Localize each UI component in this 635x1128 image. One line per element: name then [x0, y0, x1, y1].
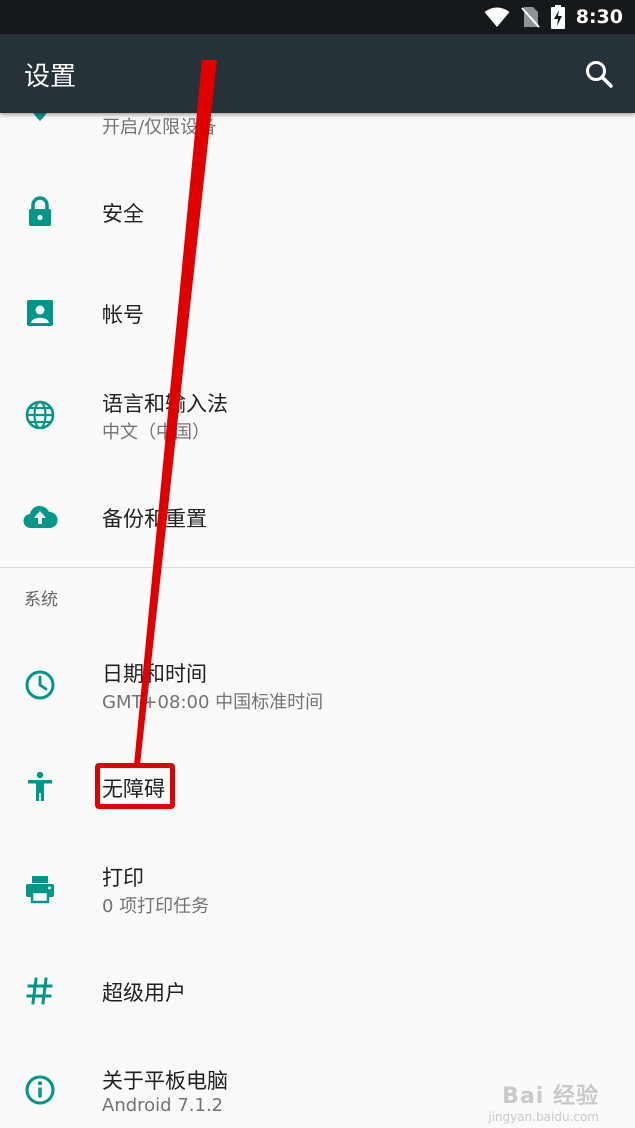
status-bar: 8:30: [0, 0, 635, 34]
watermark-url: jingyan.baidu.com: [488, 1110, 599, 1124]
no-sim-icon: [520, 7, 540, 28]
hash-icon: [26, 977, 53, 1005]
settings-item-language[interactable]: 语言和输入法 中文（中国）: [0, 363, 635, 467]
search-button[interactable]: [583, 58, 615, 90]
location-icon: [33, 113, 47, 121]
settings-item-accounts[interactable]: 帐号: [0, 263, 635, 363]
settings-item-superuser[interactable]: 超级用户: [0, 941, 635, 1041]
settings-item-title: 安全: [102, 202, 144, 226]
settings-item-subtitle: 开启/仅限设备: [102, 117, 217, 138]
section-divider: [0, 567, 635, 568]
settings-item-title: 语言和输入法: [102, 392, 228, 416]
globe-icon: [25, 400, 55, 430]
settings-item-title: 帐号: [102, 303, 144, 327]
app-bar: 设置: [0, 34, 635, 113]
wifi-icon: [484, 7, 510, 27]
page-title: 设置: [24, 62, 77, 92]
settings-item-title: 关于平板电脑: [102, 1069, 228, 1093]
search-icon: [586, 61, 613, 88]
battery-charging-icon: [550, 5, 565, 29]
section-header-system: 系统: [24, 590, 58, 610]
settings-item-title: 打印: [102, 866, 144, 890]
print-icon: [26, 876, 54, 904]
cloud-upload-icon: [23, 505, 58, 529]
settings-item-location[interactable]: 开启/仅限设备: [0, 113, 635, 163]
settings-item-subtitle: GMT+08:00 中国标准时间: [102, 692, 324, 713]
settings-item-subtitle: 0 项打印任务: [102, 896, 210, 917]
settings-item-backup[interactable]: 备份和重置: [0, 467, 635, 567]
account-box-icon: [27, 300, 53, 326]
annotation-highlight-box: [95, 763, 175, 809]
status-time: 8:30: [575, 6, 623, 28]
settings-item-title: 超级用户: [102, 981, 186, 1005]
watermark-logo: Bai 经验: [502, 1084, 599, 1109]
settings-item-date-time[interactable]: 日期和时间 GMT+08:00 中国标准时间: [0, 633, 635, 737]
settings-item-printing[interactable]: 打印 0 项打印任务: [0, 837, 635, 941]
settings-list[interactable]: 开启/仅限设备 安全 帐号 语言和输入法 中文（中国） 备份和重置 系统 日期和…: [0, 113, 635, 1128]
settings-item-title: 日期和时间: [102, 662, 207, 686]
lock-icon: [29, 196, 51, 226]
settings-item-security[interactable]: 安全: [0, 163, 635, 263]
settings-item-subtitle: 中文（中国）: [102, 422, 210, 443]
settings-item-title: 备份和重置: [102, 507, 207, 531]
info-icon: [25, 1075, 55, 1105]
settings-item-subtitle: Android 7.1.2: [102, 1095, 224, 1116]
clock-icon: [25, 670, 55, 700]
status-icons: 8:30: [484, 0, 623, 34]
accessibility-icon: [28, 771, 52, 801]
